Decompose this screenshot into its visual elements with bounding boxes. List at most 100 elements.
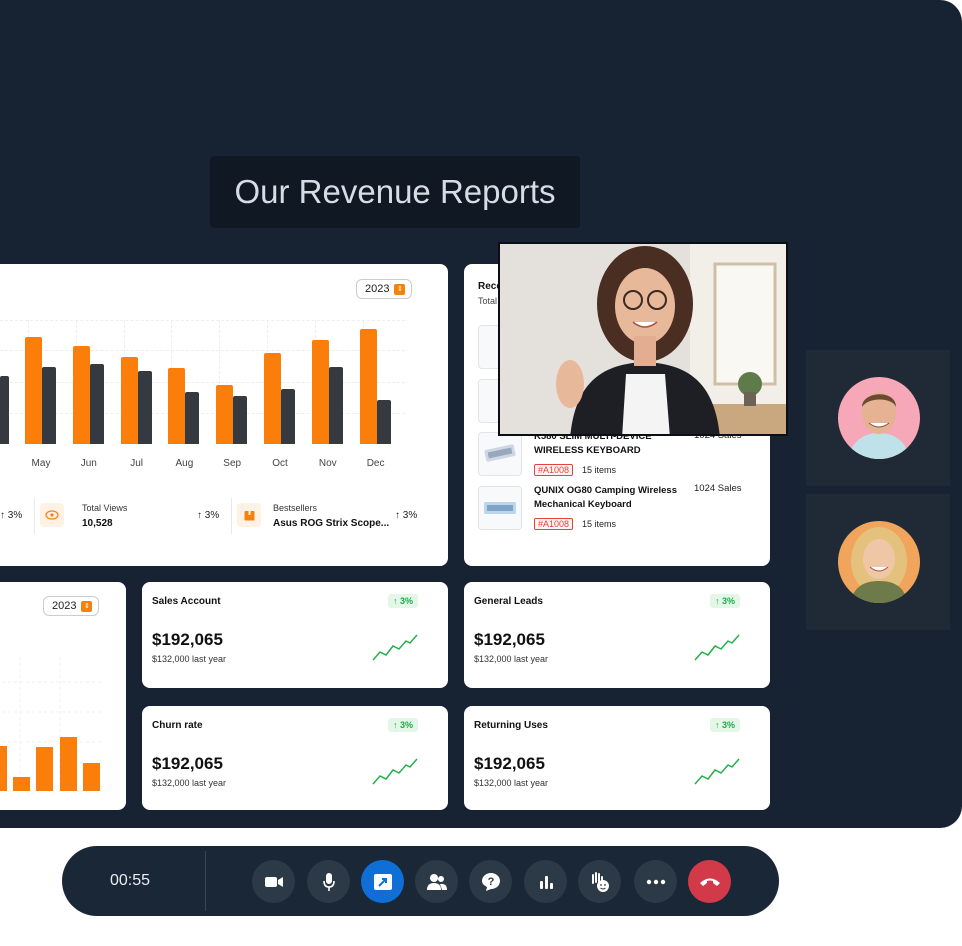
sparkline xyxy=(372,758,418,785)
chart-gridline xyxy=(0,320,405,321)
avatar xyxy=(838,377,920,459)
kpi-growth-badge: ↑ 3% xyxy=(387,594,418,608)
kpi-growth-badge: ↑ 3% xyxy=(709,594,740,608)
order-items: 15 items xyxy=(582,519,617,529)
small-bar xyxy=(83,763,100,791)
kpi-growth-value: 3% xyxy=(399,596,413,606)
stat-divider xyxy=(34,498,35,534)
slide-title: Our Revenue Reports xyxy=(234,173,556,210)
kpi-growth-value: 3% xyxy=(721,720,735,730)
end-call-icon xyxy=(699,878,720,886)
chart-month-label: Jun xyxy=(80,458,97,469)
kpi-previous: $132,000 last year xyxy=(152,654,227,664)
stats-button[interactable] xyxy=(524,860,567,903)
microphone-button[interactable] xyxy=(307,860,350,903)
kpi-value: $192,065 xyxy=(152,754,223,773)
chevron-updown-icon: ⇕ xyxy=(394,283,406,295)
order-name-line2: WIRELESS KEYBOARD xyxy=(534,445,641,456)
bestsellers-pct-wrap: ↑ 3% xyxy=(395,510,418,521)
more-button[interactable] xyxy=(634,860,677,903)
kpi-title: Churn rate xyxy=(152,720,203,731)
small-bar-chart xyxy=(0,657,102,791)
small-bar xyxy=(60,737,77,791)
eye-icon xyxy=(45,510,59,520)
participant-woman-photo xyxy=(838,521,920,603)
kpi-growth-value: 3% xyxy=(399,720,413,730)
call-bar-divider xyxy=(205,851,206,911)
kpi-title: Returning Uses xyxy=(474,720,548,731)
chart-month-label: Aug xyxy=(175,458,194,469)
package-icon xyxy=(244,510,254,520)
call-control-bar: 00:55 ? xyxy=(62,846,779,916)
chart-month-label: May xyxy=(31,458,51,469)
stat-first-pct: 3% xyxy=(7,510,23,521)
raise-hand-button[interactable] xyxy=(578,860,621,903)
chart-gridline xyxy=(0,413,405,414)
chart-bar-secondary xyxy=(328,367,343,444)
small-bar xyxy=(36,747,53,791)
chart-month-label: Jul xyxy=(130,458,143,469)
total-views-value: 10,528 xyxy=(82,518,113,529)
kpi-growth-value: 3% xyxy=(721,596,735,606)
chart-bar-secondary xyxy=(376,400,391,444)
box-icon-box xyxy=(237,503,261,527)
chart-month-label: Sep xyxy=(223,458,242,469)
chart-month-label: Dec xyxy=(366,458,385,469)
chart-bar-secondary xyxy=(89,364,104,444)
kpi-value: $192,065 xyxy=(474,754,545,773)
svg-text:?: ? xyxy=(487,876,494,888)
chart-gridline xyxy=(0,382,405,383)
sparkline xyxy=(372,634,418,661)
kpi-value: $192,065 xyxy=(474,630,545,649)
order-name: QUNIX OG80 Camping Wireless Mechanical K… xyxy=(534,484,677,512)
total-views-label: Total Views xyxy=(82,503,128,513)
eye-icon-box xyxy=(40,503,64,527)
order-tag[interactable]: #A1008 xyxy=(534,464,574,476)
year-select-value: 2023 xyxy=(365,283,390,295)
speaker-video[interactable] xyxy=(498,242,788,436)
order-tag[interactable]: #A1008 xyxy=(534,518,574,530)
keyboard-image-icon xyxy=(484,502,516,514)
microphone-icon xyxy=(322,872,335,891)
presentation-stage: Our Revenue Reports 2023 ⇕ May Jun Jul Aug S… xyxy=(0,0,962,828)
more-icon xyxy=(646,879,665,884)
speaker-photo xyxy=(500,244,786,434)
stat-divider-2 xyxy=(231,498,232,534)
share-screen-button[interactable] xyxy=(361,860,404,903)
chart-bar-primary xyxy=(168,368,186,444)
participants-icon xyxy=(426,873,447,890)
order-thumb xyxy=(478,486,522,530)
chart-gridline xyxy=(0,350,405,351)
end-call-button[interactable] xyxy=(688,860,731,903)
participant-tile[interactable] xyxy=(806,350,950,486)
kpi-growth-badge: ↑ 3% xyxy=(387,718,418,732)
participant-tile[interactable] xyxy=(806,494,950,630)
kpi-card-general-leads: General Leads ↑ 3% $192,065 $132,000 las… xyxy=(464,582,770,688)
stat-first-arrow-pct: ↑ 3% xyxy=(0,510,23,521)
kpi-previous: $132,000 last year xyxy=(474,654,549,664)
chart-bar-secondary xyxy=(185,392,200,444)
small-bar xyxy=(13,777,30,791)
bestsellers-pct: 3% xyxy=(402,510,418,521)
chart-bar-primary xyxy=(120,357,138,444)
orders-subtitle: Total xyxy=(478,296,498,306)
sparkline xyxy=(694,758,740,785)
kpi-previous: $132,000 last year xyxy=(474,778,549,788)
order-thumb xyxy=(478,432,522,476)
bestsellers-label: Bestsellers xyxy=(273,503,318,513)
camera-button[interactable] xyxy=(252,860,295,903)
year-select[interactable]: 2023 ⇕ xyxy=(356,279,413,299)
chart-month-label: Nov xyxy=(318,458,337,469)
kpi-value: $192,065 xyxy=(152,630,223,649)
chart-bar-secondary xyxy=(233,396,248,444)
sparkline xyxy=(694,634,740,661)
small-bar xyxy=(0,746,7,791)
help-button[interactable]: ? xyxy=(469,860,512,903)
participants-button[interactable] xyxy=(415,860,458,903)
chart-bar-secondary xyxy=(42,367,56,444)
call-timer: 00:55 xyxy=(110,872,151,889)
chart-bar-primary xyxy=(359,329,377,444)
total-views-pct-wrap: ↑ 3% xyxy=(197,510,220,521)
kpi-previous: $132,000 last year xyxy=(152,778,227,788)
chart-bar-primary xyxy=(216,385,234,444)
